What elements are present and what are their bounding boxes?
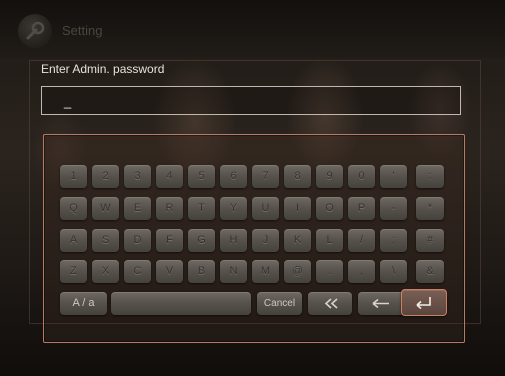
key[interactable]: T bbox=[188, 197, 215, 220]
key[interactable]: , bbox=[348, 260, 375, 283]
key[interactable]: 5 bbox=[188, 165, 215, 188]
key[interactable]: W bbox=[92, 197, 119, 220]
key[interactable]: - bbox=[380, 197, 407, 220]
left-arrow-icon bbox=[372, 298, 389, 309]
key[interactable]: 4 bbox=[156, 165, 183, 188]
key[interactable]: V bbox=[156, 260, 183, 283]
key[interactable]: C bbox=[124, 260, 151, 283]
enter-button[interactable] bbox=[401, 289, 447, 316]
key[interactable]: / bbox=[348, 229, 375, 252]
key[interactable]: * bbox=[416, 197, 444, 220]
key[interactable]: Q bbox=[60, 197, 87, 220]
key[interactable]: 2 bbox=[92, 165, 119, 188]
case-toggle-button[interactable]: A / a bbox=[60, 292, 107, 315]
key[interactable]: M bbox=[252, 260, 279, 283]
key[interactable]: E bbox=[124, 197, 151, 220]
clear-all-button[interactable] bbox=[308, 292, 352, 315]
key[interactable]: P bbox=[348, 197, 375, 220]
key[interactable]: 3 bbox=[124, 165, 151, 188]
key[interactable]: ; bbox=[380, 229, 407, 252]
key[interactable]: B bbox=[188, 260, 215, 283]
key[interactable]: 9 bbox=[316, 165, 343, 188]
cancel-button[interactable]: Cancel bbox=[257, 292, 302, 315]
space-bar[interactable] bbox=[111, 292, 251, 315]
key[interactable]: 0 bbox=[348, 165, 375, 188]
key[interactable]: K bbox=[284, 229, 311, 252]
page-title: Setting bbox=[62, 23, 103, 38]
key[interactable]: S bbox=[92, 229, 119, 252]
key[interactable]: I bbox=[284, 197, 311, 220]
key[interactable]: F bbox=[156, 229, 183, 252]
key[interactable]: O bbox=[316, 197, 343, 220]
key[interactable]: 7 bbox=[252, 165, 279, 188]
virtual-keyboard: 1 2 3 4 5 6 7 8 9 0 ' : Q W E R T Y U I … bbox=[43, 134, 465, 343]
key[interactable]: Y bbox=[220, 197, 247, 220]
key[interactable]: @ bbox=[284, 260, 311, 283]
key[interactable]: J bbox=[252, 229, 279, 252]
double-left-arrow-icon bbox=[324, 298, 338, 309]
key[interactable]: N bbox=[220, 260, 247, 283]
key[interactable]: D bbox=[124, 229, 151, 252]
key[interactable]: : bbox=[416, 165, 444, 188]
key[interactable]: U bbox=[252, 197, 279, 220]
key[interactable]: & bbox=[416, 260, 444, 283]
key[interactable]: 8 bbox=[284, 165, 311, 188]
key[interactable]: L bbox=[316, 229, 343, 252]
key[interactable]: G bbox=[188, 229, 215, 252]
key[interactable]: 6 bbox=[220, 165, 247, 188]
backspace-button[interactable] bbox=[358, 292, 404, 315]
header-bar: Setting bbox=[0, 0, 505, 58]
key[interactable]: X bbox=[92, 260, 119, 283]
key[interactable]: A bbox=[60, 229, 87, 252]
wrench-icon bbox=[18, 14, 52, 48]
key[interactable]: H bbox=[220, 229, 247, 252]
key[interactable]: . bbox=[316, 260, 343, 283]
enter-icon bbox=[416, 297, 431, 310]
key[interactable]: \ bbox=[380, 260, 407, 283]
key[interactable]: R bbox=[156, 197, 183, 220]
password-prompt: Enter Admin. password bbox=[41, 62, 165, 76]
key[interactable]: Z bbox=[60, 260, 87, 283]
key[interactable]: ' bbox=[380, 165, 407, 188]
password-field[interactable]: _ bbox=[41, 86, 461, 115]
key[interactable]: # bbox=[416, 229, 444, 252]
key[interactable]: 1 bbox=[60, 165, 87, 188]
